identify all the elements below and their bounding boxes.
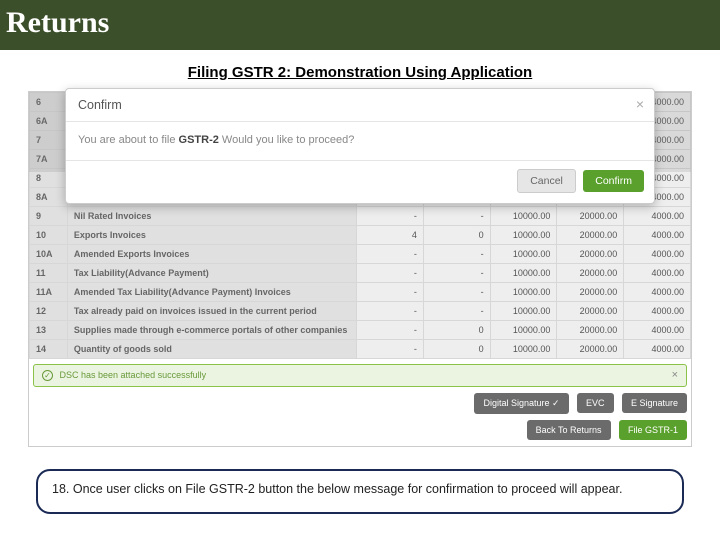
cancel-button[interactable]: Cancel [517, 169, 576, 193]
row-col5: 4000.00 [624, 321, 691, 340]
row-col4: 20000.00 [557, 245, 624, 264]
confirm-modal: Confirm × You are about to file GSTR-2 W… [65, 88, 655, 204]
row-index: 9 [30, 207, 68, 226]
signature-button-row: Digital Signature ✓ EVC E Signature [29, 387, 691, 420]
row-col1: - [357, 264, 424, 283]
row-index: 7A [30, 150, 68, 169]
row-col2: - [423, 264, 490, 283]
page-title: Returns [6, 6, 714, 40]
row-desc: Quantity of goods sold [67, 340, 356, 359]
row-col1: - [357, 302, 424, 321]
row-index: 11 [30, 264, 68, 283]
row-col2: - [423, 207, 490, 226]
row-col1: 4 [357, 226, 424, 245]
row-col1: - [357, 340, 424, 359]
row-desc: Tax Liability(Advance Payment) [67, 264, 356, 283]
success-text: DSC has been attached successfully [60, 370, 207, 380]
row-col3: 10000.00 [490, 302, 557, 321]
row-col1: - [357, 207, 424, 226]
row-col4: 20000.00 [557, 340, 624, 359]
row-col5: 4000.00 [624, 207, 691, 226]
row-col3: 10000.00 [490, 245, 557, 264]
row-col4: 20000.00 [557, 207, 624, 226]
row-col3: 10000.00 [490, 264, 557, 283]
row-col5: 4000.00 [624, 264, 691, 283]
row-col1: - [357, 245, 424, 264]
row-col1: - [357, 283, 424, 302]
row-col3: 10000.00 [490, 321, 557, 340]
success-alert: ✓ DSC has been attached successfully × [33, 364, 687, 387]
row-desc: Amended Tax Liability(Advance Payment) I… [67, 283, 356, 302]
evc-button[interactable]: EVC [577, 393, 614, 413]
row-desc: Amended Exports Invoices [67, 245, 356, 264]
table-row: 13Supplies made through e-commerce porta… [30, 321, 691, 340]
row-col4: 20000.00 [557, 283, 624, 302]
row-index: 10A [30, 245, 68, 264]
row-col5: 4000.00 [624, 245, 691, 264]
row-index: 10 [30, 226, 68, 245]
row-col5: 4000.00 [624, 302, 691, 321]
digital-signature-button[interactable]: Digital Signature ✓ [474, 393, 568, 414]
confirm-button[interactable]: Confirm [583, 170, 644, 192]
esignature-button[interactable]: E Signature [622, 393, 687, 413]
row-col4: 20000.00 [557, 302, 624, 321]
row-index: 12 [30, 302, 68, 321]
row-col5: 4000.00 [624, 283, 691, 302]
row-col3: 10000.00 [490, 207, 557, 226]
close-icon[interactable]: × [672, 369, 678, 381]
file-gstr-button[interactable]: File GSTR-1 [619, 420, 687, 440]
row-desc: Supplies made through e-commerce portals… [67, 321, 356, 340]
row-index: 7 [30, 131, 68, 150]
row-index: 6A [30, 112, 68, 131]
table-row: 14Quantity of goods sold-010000.0020000.… [30, 340, 691, 359]
screenshot-container: 6B24000.006AAu4000.007D24000.007AAu4000.… [28, 91, 692, 447]
modal-title: Confirm [78, 98, 122, 112]
row-index: 6 [30, 93, 68, 112]
row-col2: - [423, 302, 490, 321]
table-row: 9Nil Rated Invoices--10000.0020000.00400… [30, 207, 691, 226]
row-index: 11A [30, 283, 68, 302]
modal-footer: Cancel Confirm [66, 160, 654, 203]
row-desc: Nil Rated Invoices [67, 207, 356, 226]
row-index: 13 [30, 321, 68, 340]
row-col5: 4000.00 [624, 340, 691, 359]
row-index: 14 [30, 340, 68, 359]
section-title: Filing GSTR 2: Demonstration Using Appli… [0, 50, 720, 87]
row-col3: 10000.00 [490, 283, 557, 302]
row-col5: 4000.00 [624, 226, 691, 245]
row-col2: - [423, 283, 490, 302]
step-caption: 18. Once user clicks on File GSTR-2 butt… [36, 469, 684, 514]
row-col4: 20000.00 [557, 226, 624, 245]
row-col4: 20000.00 [557, 321, 624, 340]
row-desc: Tax already paid on invoices issued in t… [67, 302, 356, 321]
row-col2: 0 [423, 340, 490, 359]
row-col3: 10000.00 [490, 340, 557, 359]
slide-header: Returns [0, 0, 720, 50]
row-index: 8A [30, 188, 68, 207]
back-to-returns-button[interactable]: Back To Returns [527, 420, 611, 440]
modal-header: Confirm × [66, 89, 654, 122]
row-col4: 20000.00 [557, 264, 624, 283]
table-row: 12Tax already paid on invoices issued in… [30, 302, 691, 321]
row-index: 8 [30, 169, 68, 188]
table-row: 10Exports Invoices4010000.0020000.004000… [30, 226, 691, 245]
check-icon: ✓ [42, 370, 53, 381]
row-col3: 10000.00 [490, 226, 557, 245]
table-row: 11AAmended Tax Liability(Advance Payment… [30, 283, 691, 302]
modal-body: You are about to file GSTR-2 Would you l… [66, 122, 654, 160]
row-col1: - [357, 321, 424, 340]
row-col2: 0 [423, 226, 490, 245]
row-desc: Exports Invoices [67, 226, 356, 245]
table-row: 11Tax Liability(Advance Payment)--10000.… [30, 264, 691, 283]
table-row: 10AAmended Exports Invoices--10000.00200… [30, 245, 691, 264]
row-col2: - [423, 245, 490, 264]
row-col2: 0 [423, 321, 490, 340]
modal-close-icon[interactable]: × [636, 96, 644, 112]
